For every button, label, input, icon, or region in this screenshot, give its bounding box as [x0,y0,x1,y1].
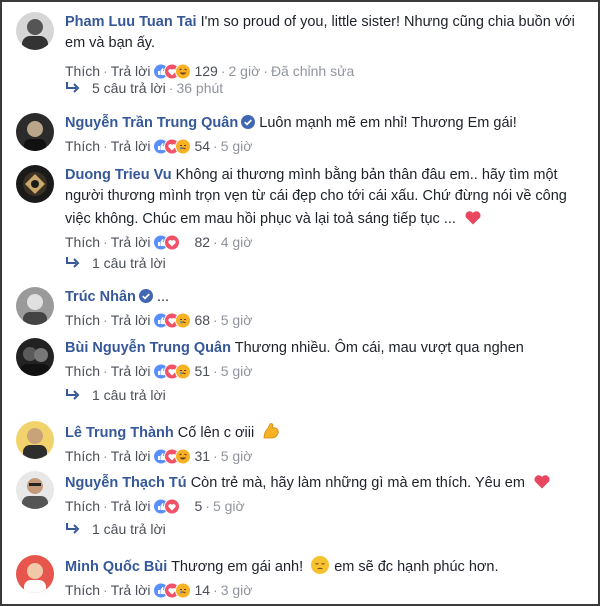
like-button[interactable]: Thích [65,312,100,328]
comment-text: Thương nhiều. Ôm cái, mau vượt qua nghen [234,340,524,356]
comment-time[interactable]: 5 giờ [221,363,253,379]
comment-text: Thương em gái anh! [171,559,304,575]
like-button[interactable]: Thích [65,63,100,79]
comment-time[interactable]: 5 giờ [213,498,245,514]
commenter-name[interactable]: Lê Trung Thành [65,425,174,441]
reply-arrow-icon [66,257,80,268]
reactions-summary[interactable] [153,138,193,155]
reactions-summary[interactable] [153,448,193,465]
commenter-name[interactable]: Minh Quốc Bùi [65,559,167,575]
flexed-biceps-emoji [263,423,279,439]
like-button[interactable]: Thích [65,498,100,514]
like-button[interactable]: Thích [65,363,100,379]
reply-arrow-icon [66,82,80,93]
comment-text: Cố lên c ơiii [177,425,255,441]
reaction-count[interactable]: 5 [194,498,202,514]
reply-button[interactable]: Trả lời [111,448,151,464]
reply-button[interactable]: Trả lời [111,312,151,328]
replies-count[interactable]: 1 câu trả lời [92,521,166,537]
verified-badge-icon [138,289,153,303]
reaction-count[interactable]: 68 [194,312,210,328]
reaction-count[interactable]: 54 [194,138,210,154]
reply-arrow-icon [66,523,80,534]
avatar[interactable] [16,555,54,593]
like-button[interactable]: Thích [65,582,100,598]
reactions-summary[interactable] [153,312,193,329]
pensive-face-emoji [311,556,330,574]
reactions-summary[interactable] [153,63,193,80]
comment-text-continued: em sẽ đc hạnh phúc hơn. [334,559,499,575]
avatar[interactable] [16,287,54,325]
like-button[interactable]: Thích [65,138,100,154]
reply-arrow-icon [66,389,80,400]
like-button[interactable]: Thích [65,234,100,250]
commenter-name[interactable]: Nguyễn Thạch Tú [65,475,187,491]
verified-badge-icon [241,115,256,129]
avatar[interactable] [16,338,54,376]
commenter-name[interactable]: Pham Luu Tuan Tai [65,14,197,30]
reply-button[interactable]: Trả lời [111,582,151,598]
comment-time[interactable]: 4 giờ [221,234,253,250]
reactions-summary[interactable] [153,234,193,251]
commenter-name[interactable]: Duong Trieu Vu [65,167,172,183]
reaction-count[interactable]: 82 [194,234,210,250]
comment-text: Luôn mạnh mẽ em nhỉ! Thương Em gái! [259,115,517,131]
reaction-count[interactable]: 31 [194,448,210,464]
view-replies-link[interactable]: 1 câu trả lời [64,255,166,271]
avatar[interactable] [16,421,54,459]
reply-button[interactable]: Trả lời [111,363,151,379]
reactions-summary[interactable] [153,582,193,599]
comment-time[interactable]: 5 giờ [221,448,253,464]
reply-button[interactable]: Trả lời [111,63,151,79]
reply-button[interactable]: Trả lời [111,138,151,154]
reaction-count[interactable]: 51 [194,363,210,379]
view-replies-link[interactable]: 1 câu trả lời [64,521,166,537]
comment-time[interactable]: 5 giờ [221,312,253,328]
commenter-name[interactable]: Nguyễn Trần Trung Quân [65,115,238,131]
avatar[interactable] [16,471,54,509]
commenter-name[interactable]: Trúc Nhân [65,289,136,305]
comment-text: ... [156,289,170,305]
reaction-count[interactable]: 14 [194,582,210,598]
reactions-summary[interactable] [153,498,193,515]
view-replies-link[interactable]: 5 câu trả lời · 36 phút [64,80,223,96]
comments-panel: Pham Luu Tuan Tai I'm so proud of you, l… [0,0,600,606]
replies-time: 36 phút [176,80,224,96]
comment-time[interactable]: 5 giờ [221,138,253,154]
red-heart-emoji [534,475,550,489]
replies-count[interactable]: 1 câu trả lời [92,255,166,271]
like-button[interactable]: Thích [65,448,100,464]
avatar[interactable] [16,165,54,203]
red-heart-emoji [465,211,481,225]
replies-count[interactable]: 1 câu trả lời [92,387,166,403]
comment-time[interactable]: 3 giờ [221,582,253,598]
reaction-count[interactable]: 129 [194,63,217,79]
comment-text: Còn trẻ mà, hãy làm những gì mà em thích… [190,475,525,491]
commenter-name[interactable]: Bùi Nguyễn Trung Quân [65,340,231,356]
reply-button[interactable]: Trả lời [111,234,151,250]
reactions-summary[interactable] [153,363,193,380]
view-replies-link[interactable]: 1 câu trả lời [64,387,166,403]
replies-count[interactable]: 5 câu trả lời [92,80,166,96]
edited-label[interactable]: Đã chỉnh sửa [271,63,354,79]
reply-button[interactable]: Trả lời [111,498,151,514]
avatar[interactable] [16,113,54,151]
avatar[interactable] [16,12,54,50]
comment-time[interactable]: 2 giờ [229,63,261,79]
